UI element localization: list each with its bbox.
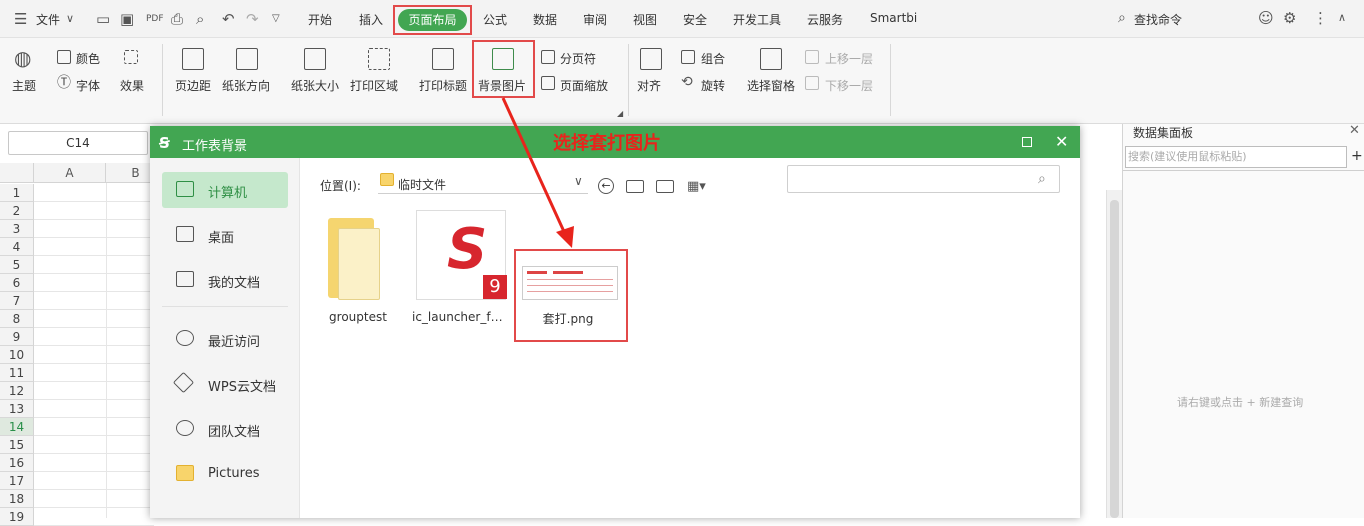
- annotation-arrow: [501, 97, 574, 248]
